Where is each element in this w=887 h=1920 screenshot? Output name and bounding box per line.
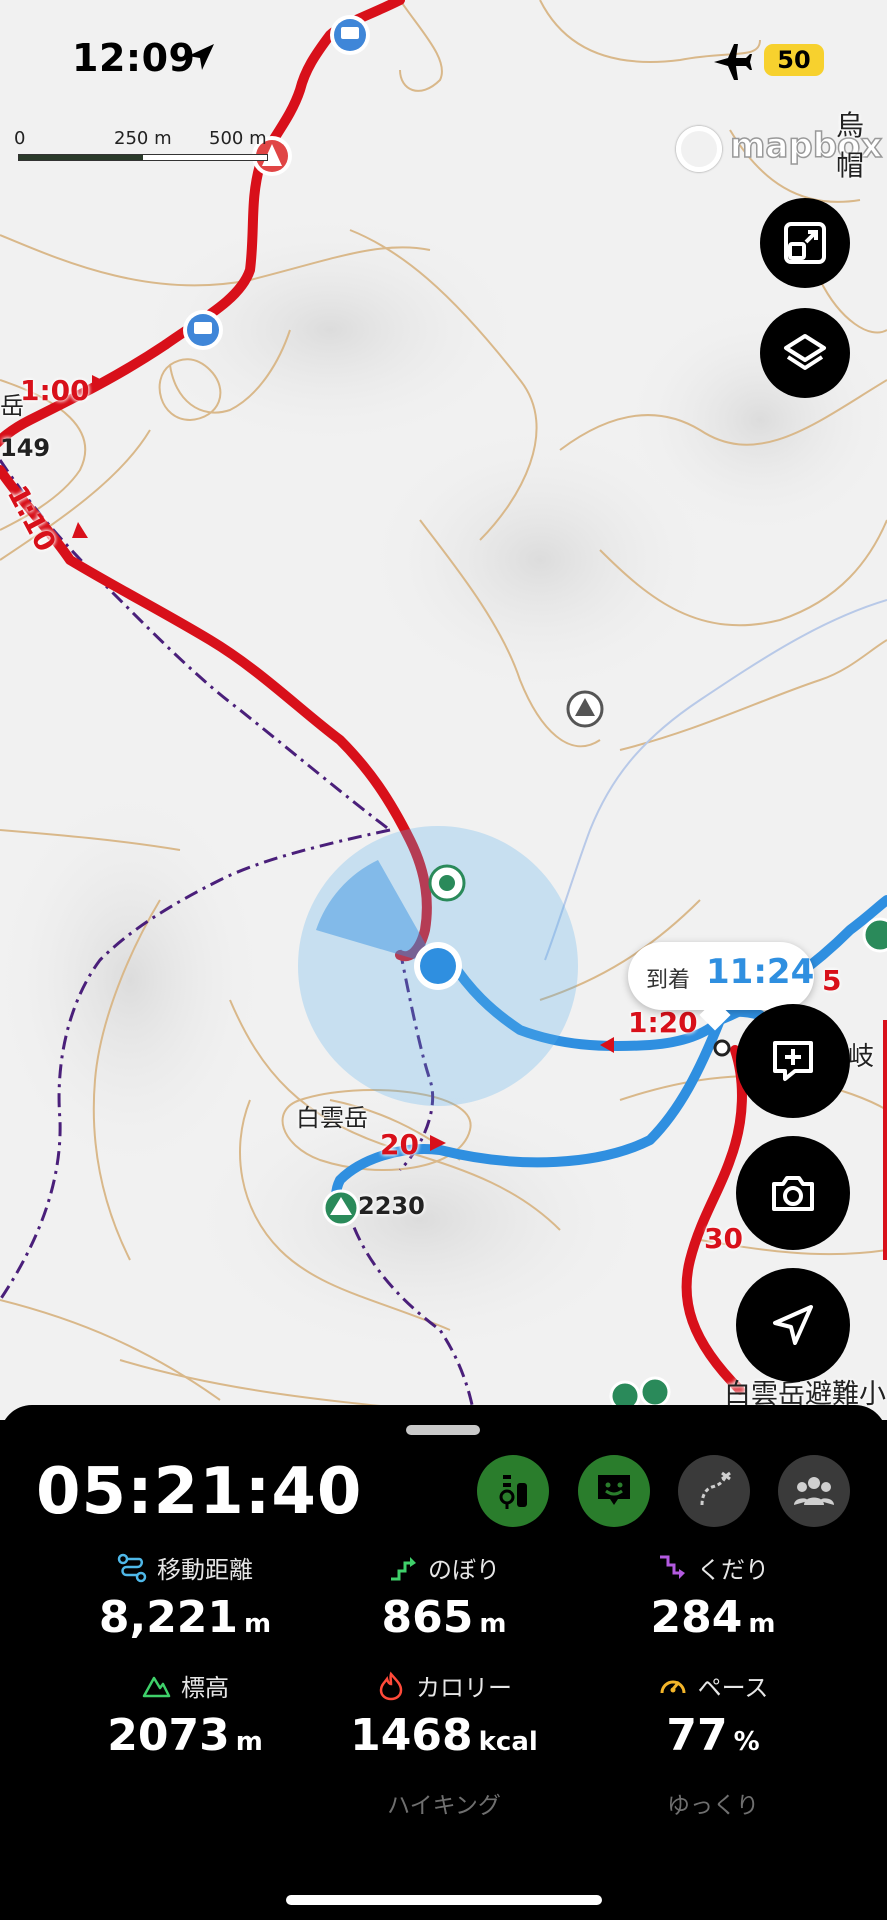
hiker-map-icon [499, 1475, 527, 1509]
stat-sub: ゆっくり [667, 1793, 759, 1819]
place-label-bunki: 岐 [848, 1042, 875, 1072]
mapbox-logo-icon [676, 126, 722, 172]
eta-label: 到着 [646, 968, 691, 993]
navigation-arrow-icon [773, 1305, 813, 1345]
add-note-icon [773, 1041, 813, 1081]
location-arrow-icon [188, 44, 214, 70]
route-time-label: 1:00 [20, 374, 90, 407]
mode-group-button[interactable] [778, 1455, 850, 1527]
elevation-left: 149 [0, 434, 51, 462]
mode-hiking-button[interactable] [477, 1455, 549, 1527]
scale-label-0: 0 [14, 128, 26, 149]
layers-button[interactable] [760, 308, 850, 398]
stat-label: のぼり [428, 1556, 500, 1584]
descent-icon [660, 1555, 685, 1579]
scale-bar [18, 154, 268, 161]
scale-label-500: 500 m [209, 128, 267, 149]
stat-label: くだり [697, 1556, 769, 1584]
stat-unit: m [748, 1609, 776, 1639]
activity-panel: 05:21:40 移動距離 8,221 m のぼり 865 m くだり 284 … [0, 1405, 887, 1920]
peak-elevation: 2230 [358, 1192, 425, 1220]
stat-value: 865 [381, 1592, 474, 1643]
route-time-label: 20 [380, 1128, 419, 1161]
place-label-eboshi: 烏帽 [836, 109, 865, 182]
layers-icon [784, 334, 826, 370]
stat-pace: ペース 77% ゆっくり [578, 1668, 848, 1819]
route-time-label: 1:20 [628, 1006, 698, 1039]
route-time-label: 30 [704, 1222, 743, 1255]
battery-indicator: 50 [764, 44, 824, 76]
stat-unit: % [733, 1727, 760, 1757]
sheet-grabber[interactable] [406, 1425, 480, 1435]
stat-ascent: のぼり 865 m [309, 1550, 579, 1660]
stat-value: 8,221 [98, 1592, 239, 1643]
stat-sub: ハイキング [387, 1793, 501, 1819]
speedometer-icon [660, 1680, 686, 1693]
mode-route-button[interactable] [678, 1455, 750, 1527]
stat-unit: m [244, 1609, 272, 1639]
stat-value: 284 [650, 1592, 743, 1643]
stat-label: 標高 [181, 1674, 229, 1702]
map-view[interactable]: 12:09 50 0 250 m 500 m mapbox 烏帽 白雲岳 223… [0, 0, 887, 1420]
stat-value: 77 [666, 1710, 728, 1761]
stat-unit: m [479, 1609, 507, 1639]
route-time-label: 5 [822, 964, 842, 997]
stat-value: 2073 [107, 1710, 230, 1761]
map-scale: 0 250 m 500 m [14, 128, 274, 168]
home-indicator[interactable] [286, 1895, 602, 1905]
stat-unit: m [235, 1727, 263, 1757]
mountain-icon [142, 1676, 171, 1697]
expand-icon [784, 222, 826, 264]
stat-label: ペース [697, 1674, 769, 1702]
status-bar: 12:09 50 [0, 0, 887, 120]
stat-altitude: 標高 2073 m [50, 1668, 320, 1778]
stat-unit: kcal [478, 1727, 538, 1757]
stat-label: カロリー [416, 1674, 512, 1702]
elapsed-time: 05:21:40 [36, 1455, 363, 1529]
recenter-button[interactable] [736, 1268, 850, 1382]
smile-bubble-icon [598, 1475, 630, 1505]
stat-calories: カロリー 1468 kcal ハイキング [309, 1668, 579, 1819]
route-icon [700, 1471, 731, 1506]
camera-button[interactable] [736, 1136, 850, 1250]
clock: 12:09 [72, 36, 196, 80]
camera-icon [772, 1176, 814, 1211]
stat-descent: くだり 284 m [578, 1550, 848, 1660]
ascent-icon [391, 1556, 416, 1580]
flame-icon [379, 1670, 403, 1700]
place-label-hakuundake: 白雲岳 [296, 1104, 368, 1132]
stat-value: 1468 [350, 1710, 473, 1761]
eta-time: 11:24 [706, 952, 815, 992]
stat-distance: 移動距離 8,221 m [50, 1550, 320, 1660]
distance-icon [117, 1553, 147, 1582]
mode-memo-button[interactable] [578, 1455, 650, 1527]
eta-bubble[interactable]: 到着 11:24 [628, 942, 815, 1031]
airplane-icon [714, 44, 752, 80]
scale-label-250: 250 m [114, 128, 172, 149]
fullscreen-button[interactable] [760, 198, 850, 288]
stat-label: 移動距離 [157, 1556, 253, 1584]
group-icon [794, 1477, 834, 1505]
add-memo-button[interactable] [736, 1004, 850, 1118]
